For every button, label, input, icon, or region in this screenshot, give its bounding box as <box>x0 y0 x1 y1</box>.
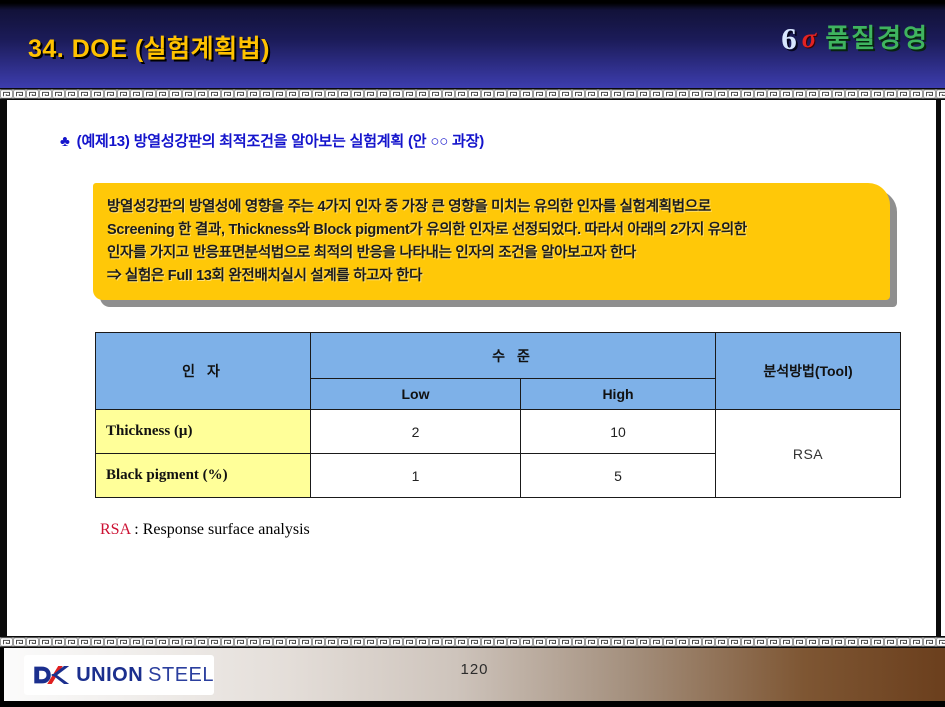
callout-line-3: 인자를 가지고 반응표면분석법으로 최적의 반응을 나타내는 인자의 조건을 알… <box>107 245 637 261</box>
pigment-low-value: 1 <box>310 453 521 498</box>
header-bar: 34. DOE (실험계획법) 6 σ 품질경영 <box>0 0 945 88</box>
quality-management-label: 품질경영 <box>825 23 929 53</box>
table-header-row-1: 인 자 수 준 분석방법(Tool) <box>95 332 901 410</box>
club-bullet-icon: ♣ <box>60 133 70 150</box>
factor-name-thickness: Thickness (μ) <box>95 409 311 454</box>
rsa-footnote: RSA : Response surface analysis <box>100 521 310 539</box>
factor-name-black-pigment: Black pigment (%) <box>95 453 311 498</box>
six-sigma-number: 6 <box>781 21 797 56</box>
tool-value: RSA <box>715 409 901 498</box>
example-headline: ♣ (예제13) 방열성강판의 최적조건을 알아보는 실험계획 (안 ○○ 과장) <box>60 130 484 151</box>
greek-key-border-top <box>0 88 945 100</box>
column-header-high: High <box>520 378 716 410</box>
six-sigma-logo: 6 σ 품질경영 <box>781 18 929 57</box>
callout-line-4: ⇒ 실험은 Full 13회 완전배치실시 설계를 하고자 한다 <box>107 268 423 284</box>
pigment-high-value: 5 <box>520 453 716 498</box>
description-callout: 방열성강판의 방열성에 영향을 주는 4가지 인자 중 가장 큰 영향을 미치는… <box>93 183 890 300</box>
callout-line-2: Screening 한 결과, Thickness와 Block pigment… <box>107 222 747 238</box>
table-row: Thickness (μ) 2 10 RSA <box>95 409 901 498</box>
footer-bar: UNION STEEL 120 <box>0 648 945 707</box>
page-title: 34. DOE (실험계획법) <box>28 35 270 63</box>
column-header-factor: 인 자 <box>95 332 311 410</box>
column-header-tool: 분석방법(Tool) <box>715 332 901 410</box>
thickness-high-value: 10 <box>520 409 716 454</box>
example-headline-text: (예제13) 방열성강판의 최적조건을 알아보는 실험계획 (안 ○○ 과장) <box>76 133 485 150</box>
doe-factor-table: 인 자 수 준 분석방법(Tool) Low High Thickness (μ… <box>95 332 901 498</box>
slide-page: 34. DOE (실험계획법) 6 σ 품질경영 ♣ (예제13) 방열성강판의 최적… <box>0 0 945 707</box>
right-frame-edge <box>936 100 941 636</box>
column-header-low: Low <box>310 378 521 410</box>
rsa-definition: : Response surface analysis <box>130 521 310 538</box>
column-header-level: 수 준 <box>310 332 716 379</box>
left-frame-edge <box>0 100 7 636</box>
thickness-low-value: 2 <box>310 409 521 454</box>
rsa-abbreviation: RSA <box>100 521 131 538</box>
page-number: 120 <box>460 661 489 678</box>
greek-key-border-bottom <box>0 636 945 648</box>
sigma-icon: σ <box>801 23 817 53</box>
callout-line-1: 방열성강판의 방열성에 영향을 주는 4가지 인자 중 가장 큰 영향을 미치는… <box>107 199 711 215</box>
